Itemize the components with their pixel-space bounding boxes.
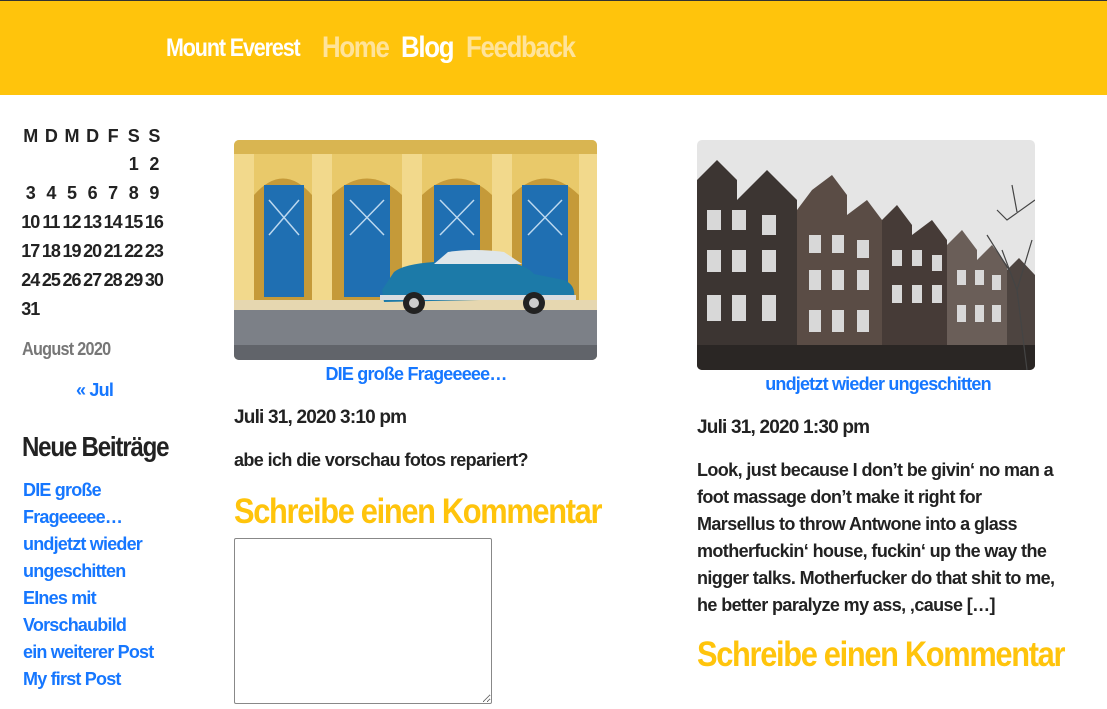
post-excerpt: abe ich die vorschau fotos repariert? <box>234 450 528 470</box>
calendar-day: 11 <box>42 212 60 232</box>
calendar-week-row: 17 18 19 20 21 22 23 <box>20 237 164 266</box>
calendar-day: 10 <box>21 212 40 232</box>
calendar-empty-cell <box>82 150 103 179</box>
post-date: Juli 31, 2020 1:30 pm <box>697 417 870 438</box>
calendar-empty-cell <box>20 150 41 179</box>
site-header: Mount Everest Home Blog Feedback <box>0 1 1107 95</box>
calendar-widget: M D M D F S S 1 2 3 4 5 6 7 8 9 10 11 12 13 14 15 16 17 1… <box>20 122 170 324</box>
vintage-car-photo-icon <box>234 140 597 360</box>
comment-heading: Schreibe einen Kommentar <box>697 635 1065 674</box>
recent-post-link[interactable]: DIE große <box>23 477 173 504</box>
calendar-day: 1 <box>128 154 139 174</box>
recent-post-link[interactable]: undjetzt wieder <box>23 531 173 558</box>
calendar-empty-cell <box>123 295 144 324</box>
calendar-week-row: 12 <box>20 150 164 179</box>
recent-post-link[interactable]: ungeschitten <box>23 558 173 585</box>
calendar-prev-month-link[interactable]: « Jul <box>76 380 114 401</box>
calendar-day: 28 <box>103 270 123 290</box>
comment-textarea[interactable] <box>234 538 492 704</box>
calendar-day: 23 <box>144 241 164 261</box>
recent-post-link[interactable]: ein weiterer Post <box>23 639 173 666</box>
nav-home[interactable]: Home <box>322 31 390 65</box>
post-title-link[interactable]: undjetzt wieder ungeschitten <box>697 374 1059 395</box>
blog-post-card: undjetzt wieder ungeschitten Juli 31, 20… <box>697 140 1065 675</box>
calendar-empty-cell <box>82 295 103 324</box>
nav-feedback[interactable]: Feedback <box>466 31 576 65</box>
calendar-day: 18 <box>41 241 61 261</box>
nav-blog[interactable]: Blog <box>401 31 454 65</box>
calendar-week-row: 10 11 12 13 14 15 16 <box>20 208 164 237</box>
weekday-wed: M <box>64 125 79 146</box>
site-title-link[interactable]: Mount Everest <box>166 34 301 63</box>
calendar-table: M D M D F S S 1 2 3 4 5 6 7 8 9 10 11 12 13 14 15 16 17 1… <box>20 122 164 324</box>
canal-houses-photo-icon <box>697 140 1035 370</box>
calendar-day: 3 <box>25 183 36 203</box>
weekday-thu: D <box>86 125 99 146</box>
calendar-empty-cell <box>41 295 62 324</box>
calendar-day: 26 <box>62 270 81 290</box>
calendar-day: 8 <box>128 183 139 203</box>
post-thumbnail-link[interactable] <box>697 140 1035 370</box>
calendar-day: 6 <box>87 183 98 203</box>
calendar-caption: August 2020 <box>22 339 111 359</box>
weekday-mon: M <box>23 125 38 146</box>
calendar-day: 4 <box>46 183 56 203</box>
calendar-empty-cell <box>61 295 82 324</box>
weekday-tue: D <box>44 125 58 146</box>
calendar-day: 15 <box>124 212 143 232</box>
calendar-empty-cell <box>102 295 123 324</box>
recent-post-link[interactable]: Vorschaubild <box>23 612 173 639</box>
calendar-day: 24 <box>21 270 40 290</box>
calendar-empty-cell <box>102 150 123 179</box>
recent-post-link[interactable]: My first Post <box>23 666 173 693</box>
calendar-day: 13 <box>83 212 102 232</box>
calendar-day: 5 <box>66 183 77 203</box>
weekday-fri: F <box>107 125 119 146</box>
blog-post-card: DIE große Frageeeee… Juli 31, 2020 3:10 … <box>234 140 602 709</box>
calendar-week-row: 3456789 <box>20 179 164 208</box>
calendar-day: 29 <box>124 270 143 290</box>
calendar-week-row: 24 25 26 27 28 29 30 <box>20 266 164 295</box>
weekday-sat: S <box>127 125 140 146</box>
calendar-day: 7 <box>108 183 118 203</box>
recent-post-link[interactable]: Frageeeee… <box>23 504 173 531</box>
calendar-day: 9 <box>149 183 159 203</box>
weekday-sun: S <box>148 125 160 146</box>
calendar-day: 21 <box>103 241 123 261</box>
calendar-day: 30 <box>144 270 164 290</box>
calendar-day: 12 <box>62 212 81 232</box>
recent-posts-list: DIE große Frageeeee… undjetzt wieder ung… <box>23 477 173 693</box>
calendar-day: 14 <box>103 212 123 232</box>
calendar-weekday-row: M D M D F S S <box>20 122 164 150</box>
calendar-day: 17 <box>21 241 40 261</box>
calendar-day: 2 <box>149 154 159 174</box>
post-excerpt: Look, just because I don’t be givin‘ no … <box>697 460 1055 615</box>
recent-post-link[interactable]: EInes mit <box>23 585 173 612</box>
calendar-empty-cell <box>41 150 62 179</box>
calendar-day: 16 <box>144 212 164 232</box>
recent-posts-heading: Neue Beiträge <box>22 431 169 462</box>
calendar-empty-cell <box>144 295 165 324</box>
calendar-day: 31 <box>21 299 40 319</box>
post-thumbnail-link[interactable] <box>234 140 597 360</box>
post-title-link[interactable]: DIE große Frageeeee… <box>234 364 598 385</box>
post-date: Juli 31, 2020 3:10 pm <box>234 407 407 428</box>
comment-heading: Schreibe einen Kommentar <box>234 492 602 531</box>
calendar-day: 22 <box>124 241 143 261</box>
calendar-empty-cell <box>61 150 82 179</box>
calendar-day: 27 <box>83 270 102 290</box>
calendar-day: 19 <box>62 241 81 261</box>
calendar-week-row: 31 <box>20 295 164 324</box>
calendar-day: 25 <box>41 270 61 290</box>
calendar-day: 20 <box>83 241 102 261</box>
